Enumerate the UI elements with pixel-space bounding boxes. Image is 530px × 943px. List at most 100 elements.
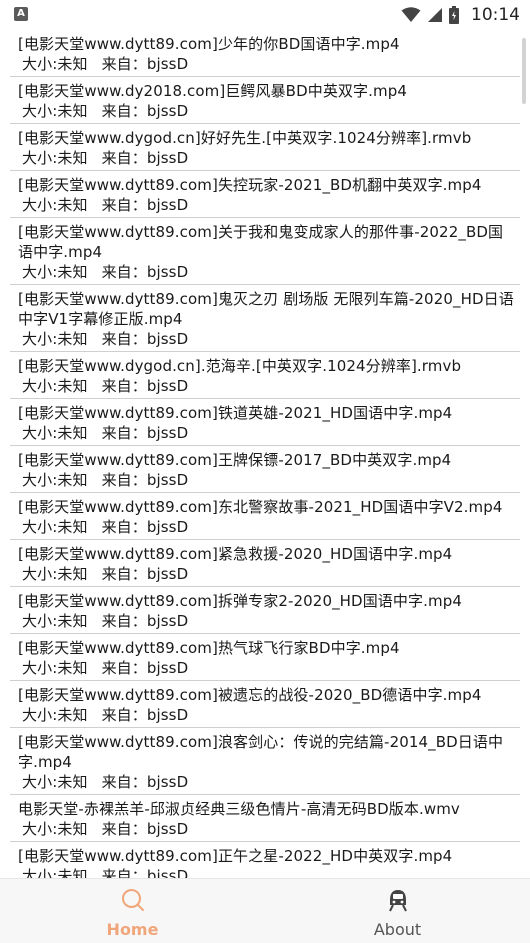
file-source: 来自：bjssD xyxy=(101,330,189,348)
file-size: 大小:未知 xyxy=(22,867,88,878)
file-name: [电影天堂www.dygod.cn]好好先生.[中英双字.1024分辨率].rm… xyxy=(18,129,472,147)
search-icon xyxy=(120,887,146,917)
list-item[interactable]: [电影天堂www.dytt89.com]紧急救援-2020_HD国语中字.mp4… xyxy=(10,540,520,587)
file-name: [电影天堂www.dygod.cn].范海辛.[中英双字.1024分辨率].rm… xyxy=(18,357,462,375)
list-item[interactable]: 电影天堂-赤裸羔羊-邱淑贞经典三级色情片-高清无码BD版本.wmv 大小:未知 来自… xyxy=(10,795,520,842)
tab-home[interactable]: Home xyxy=(0,879,265,943)
file-source: 来自：bjssD xyxy=(101,867,189,878)
file-name: [电影天堂www.dytt89.com]被遗忘的战役-2020_BD德语中字.m… xyxy=(18,686,482,704)
file-source: 来自：bjssD xyxy=(101,424,189,442)
tab-home-label: Home xyxy=(106,920,159,939)
file-name: [电影天堂www.dytt89.com]浪客剑心：传说的完结篇-2014_BD日… xyxy=(18,733,504,771)
file-meta: 大小:未知 来自：bjssD xyxy=(18,866,520,878)
file-size: 大小:未知 xyxy=(22,424,88,442)
list-item[interactable]: [电影天堂www.dytt89.com]正午之星-2022_HD中英双字.mp4… xyxy=(10,842,520,878)
file-meta: 大小:未知 来自：bjssD xyxy=(18,262,520,282)
battery-icon xyxy=(449,6,459,24)
file-size: 大小:未知 xyxy=(22,55,88,73)
tab-about-label: About xyxy=(373,920,422,939)
list-item[interactable]: [电影天堂www.dytt89.com]浪客剑心：传说的完结篇-2014_BD日… xyxy=(10,728,520,795)
file-name: [电影天堂www.dytt89.com]失控玩家-2021_BD机翻中英双字.m… xyxy=(18,176,482,194)
list-item[interactable]: [电影天堂www.dytt89.com]王牌保镖-2017_BD中英双字.mp4… xyxy=(10,446,520,493)
file-meta: 大小:未知 来自：bjssD xyxy=(18,517,520,537)
file-size: 大小:未知 xyxy=(22,820,88,838)
file-size: 大小:未知 xyxy=(22,330,88,348)
wifi-icon xyxy=(401,7,421,23)
file-meta: 大小:未知 来自：bjssD xyxy=(18,705,520,725)
file-size: 大小:未知 xyxy=(22,565,88,583)
list-item[interactable]: [电影天堂www.dytt89.com]少年的你BD国语中字.mp4 大小:未知来… xyxy=(10,30,520,77)
file-source: 来自：bjssD xyxy=(101,706,189,724)
status-icons: 10:14 xyxy=(401,3,520,27)
app-notification-icon: A xyxy=(14,7,28,21)
file-meta: 大小:未知 来自：bjssD xyxy=(18,148,520,168)
file-name: [电影天堂www.dytt89.com]热气球飞行家BD中字.mp4 xyxy=(18,639,400,657)
file-name: 电影天堂-赤裸羔羊-邱淑贞经典三级色情片-高清无码BD版本.wmv xyxy=(18,800,460,818)
list-item[interactable]: [电影天堂www.dytt89.com]关于我和鬼变成家人的那件事-2022_B… xyxy=(10,218,520,285)
list-item[interactable]: [电影天堂www.dytt89.com]鬼灭之刃 剧场版 无限列车篇-2020_… xyxy=(10,285,520,352)
file-meta: 大小:未知 来自：bjssD xyxy=(18,819,520,839)
file-name: [电影天堂www.dytt89.com]鬼灭之刃 剧场版 无限列车篇-2020_… xyxy=(18,290,514,328)
list-item[interactable]: [电影天堂www.dygod.cn]好好先生.[中英双字.1024分辨率].rm… xyxy=(10,124,520,171)
file-name: [电影天堂www.dytt89.com]紧急救援-2020_HD国语中字.mp4 xyxy=(18,545,453,563)
file-size: 大小:未知 xyxy=(22,263,88,281)
file-meta: 大小:未知 来自：bjssD xyxy=(18,329,520,349)
list-item[interactable]: [电影天堂www.dytt89.com]拆弹专家2-2020_HD国语中字.mp… xyxy=(10,587,520,634)
file-name: [电影天堂www.dytt89.com]东北警察故事-2021_HD国语中字V2… xyxy=(18,498,503,516)
file-size: 大小:未知 xyxy=(22,471,88,489)
file-source: 来自：bjssD xyxy=(101,659,189,677)
file-meta: 大小:未知 来自：bjssD xyxy=(18,772,520,792)
scrollbar-thumb[interactable] xyxy=(522,38,526,104)
list-item[interactable]: [电影天堂www.dytt89.com]失控玩家-2021_BD机翻中英双字.m… xyxy=(10,171,520,218)
train-icon xyxy=(385,887,411,917)
file-source: 来自：bjssD xyxy=(101,518,189,536)
file-source: 来自：bjssD xyxy=(101,377,189,395)
file-source: 来自：bjssD xyxy=(101,102,189,120)
file-size: 大小:未知 xyxy=(22,659,88,677)
file-name: [电影天堂www.dytt89.com]少年的你BD国语中字.mp4 xyxy=(18,35,400,53)
file-source: 来自：bjssD xyxy=(101,149,189,167)
list-item[interactable]: [电影天堂www.dytt89.com]被遗忘的战役-2020_BD德语中字.m… xyxy=(10,681,520,728)
file-name: [电影天堂www.dytt89.com]铁道英雄-2021_HD国语中字.mp4 xyxy=(18,404,453,422)
file-list-container[interactable]: [电影天堂www.dytt89.com]少年的你BD国语中字.mp4 大小:未知来… xyxy=(0,30,530,878)
list-item[interactable]: [电影天堂www.dytt89.com]铁道英雄-2021_HD国语中字.mp4… xyxy=(10,399,520,446)
list-item[interactable]: [电影天堂www.dytt89.com]热气球飞行家BD中字.mp4 大小:未知来… xyxy=(10,634,520,681)
file-meta: 大小:未知 来自：bjssD xyxy=(18,101,520,121)
file-name: [电影天堂www.dytt89.com]关于我和鬼变成家人的那件事-2022_B… xyxy=(18,223,504,261)
file-meta: 大小:未知 来自：bjssD xyxy=(18,564,520,584)
file-source: 来自：bjssD xyxy=(101,55,189,73)
file-size: 大小:未知 xyxy=(22,102,88,120)
file-size: 大小:未知 xyxy=(22,196,88,214)
file-meta: 大小:未知 来自：bjssD xyxy=(18,195,520,215)
file-meta: 大小:未知 来自：bjssD xyxy=(18,54,520,74)
file-name: [电影天堂www.dytt89.com]王牌保镖-2017_BD中英双字.mp4 xyxy=(18,451,452,469)
file-size: 大小:未知 xyxy=(22,773,88,791)
file-source: 来自：bjssD xyxy=(101,773,189,791)
file-name: [电影天堂www.dytt89.com]拆弹专家2-2020_HD国语中字.mp… xyxy=(18,592,462,610)
file-size: 大小:未知 xyxy=(22,149,88,167)
file-size: 大小:未知 xyxy=(22,518,88,536)
file-source: 来自：bjssD xyxy=(101,196,189,214)
file-meta: 大小:未知 来自：bjssD xyxy=(18,658,520,678)
list-item[interactable]: [电影天堂www.dytt89.com]东北警察故事-2021_HD国语中字V2… xyxy=(10,493,520,540)
list-item[interactable]: [电影天堂www.dygod.cn].范海辛.[中英双字.1024分辨率].rm… xyxy=(10,352,520,399)
file-name: [电影天堂www.dy2018.com]巨鳄风暴BD中英双字.mp4 xyxy=(18,82,407,100)
file-list: [电影天堂www.dytt89.com]少年的你BD国语中字.mp4 大小:未知来… xyxy=(0,30,530,878)
file-source: 来自：bjssD xyxy=(101,820,189,838)
file-size: 大小:未知 xyxy=(22,612,88,630)
file-source: 来自：bjssD xyxy=(101,565,189,583)
list-item[interactable]: [电影天堂www.dy2018.com]巨鳄风暴BD中英双字.mp4 大小:未知来… xyxy=(10,77,520,124)
file-size: 大小:未知 xyxy=(22,706,88,724)
file-meta: 大小:未知 来自：bjssD xyxy=(18,376,520,396)
file-source: 来自：bjssD xyxy=(101,263,189,281)
file-name: [电影天堂www.dytt89.com]正午之星-2022_HD中英双字.mp4 xyxy=(18,847,453,865)
signal-icon xyxy=(427,7,443,23)
tab-about[interactable]: About xyxy=(265,879,530,943)
file-size: 大小:未知 xyxy=(22,377,88,395)
status-bar: A 10:14 xyxy=(0,0,530,30)
file-meta: 大小:未知 来自：bjssD xyxy=(18,611,520,631)
status-time: 10:14 xyxy=(471,5,520,25)
file-meta: 大小:未知 来自：bjssD xyxy=(18,423,520,443)
file-source: 来自：bjssD xyxy=(101,471,189,489)
bottom-navigation: Home About xyxy=(0,878,530,943)
